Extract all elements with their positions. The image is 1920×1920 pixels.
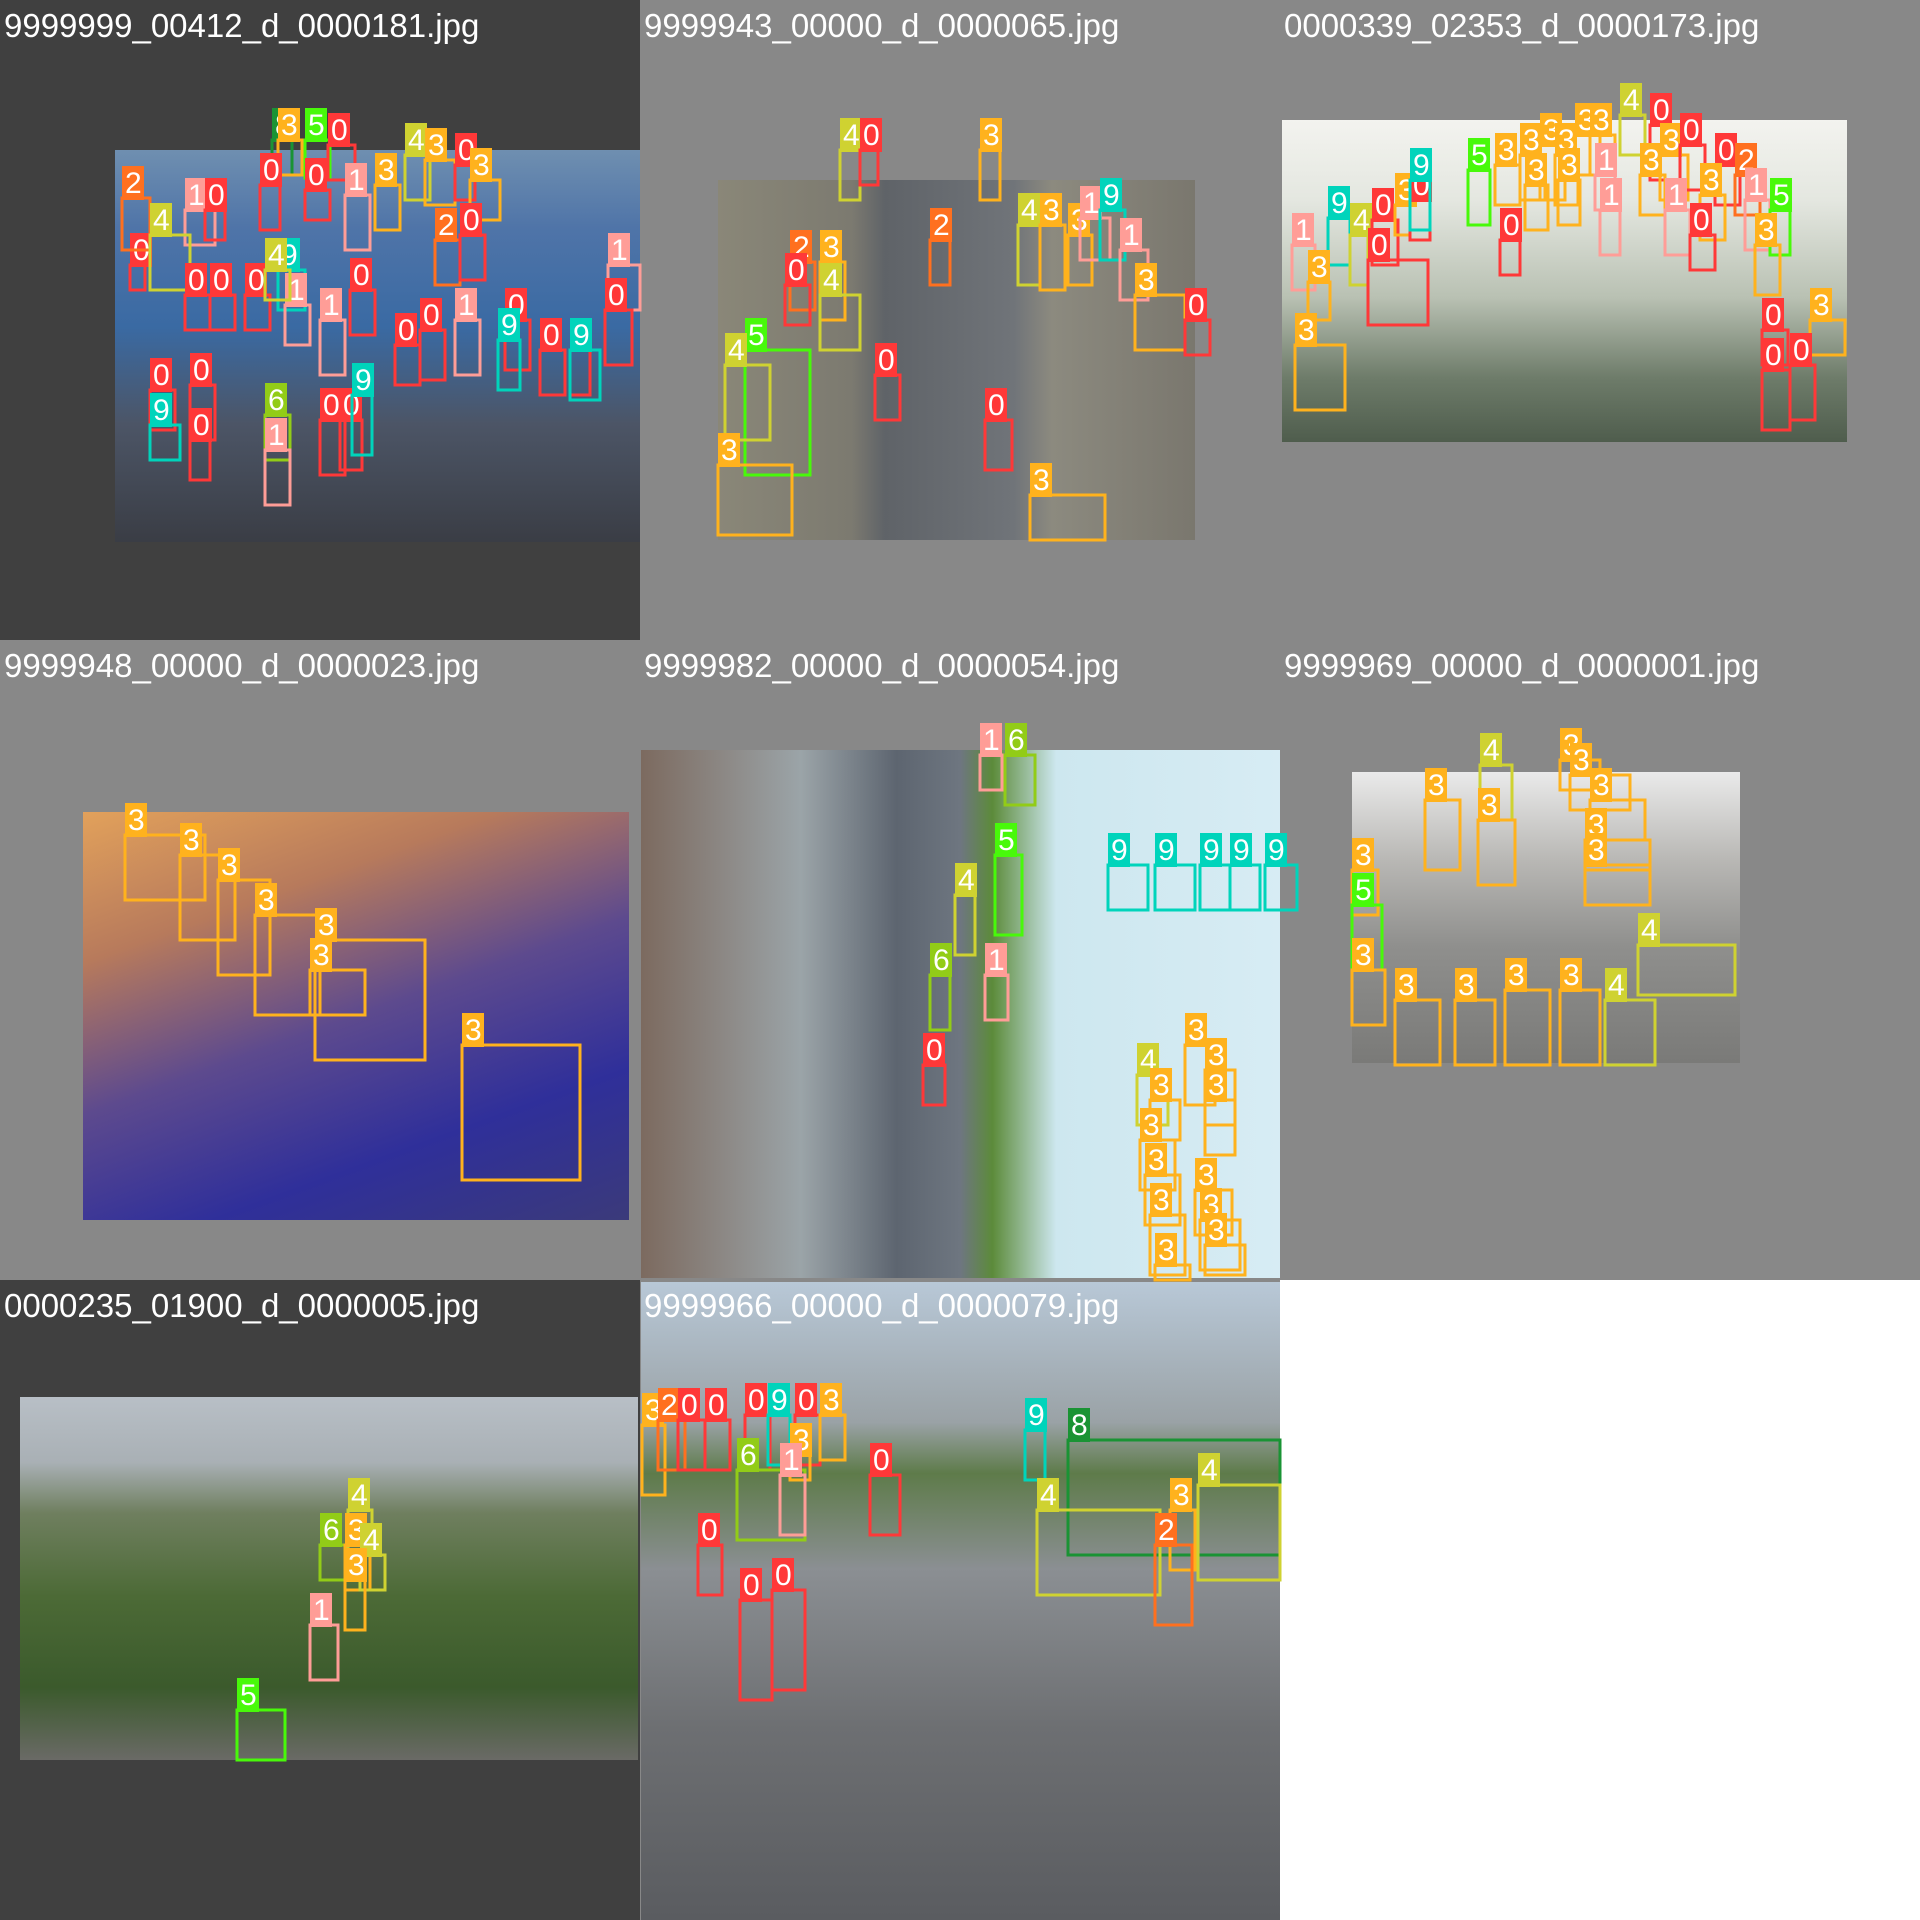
tile-filename: 9999969_00000_d_0000001.jpg (1284, 647, 1760, 684)
tile-filename: 9999966_00000_d_0000079.jpg (644, 1287, 1120, 1324)
tile-filename: 9999943_00000_d_0000065.jpg (644, 7, 1120, 44)
photo-village (20, 1397, 638, 1760)
photo-road (718, 180, 1195, 540)
photo-hazy (1282, 120, 1847, 442)
mosaic-tile: 9999943_00000_d_0000065.jpg (640, 0, 1280, 640)
mosaic-tile: 0000339_02353_d_0000173.jpg (1280, 0, 1920, 640)
mosaic-tile: 9999982_00000_d_0000054.jpg (640, 640, 1280, 1280)
photo-parking (1352, 772, 1740, 1063)
mosaic-tile: 9999948_00000_d_0000023.jpg (0, 640, 640, 1280)
tile-filename: 0000235_01900_d_0000005.jpg (4, 1287, 480, 1324)
photo-aerial (641, 750, 1280, 1278)
image-mosaic: 9999999_00412_d_0000181.jpg 9999943_00000… (0, 0, 1920, 1920)
photo-street (641, 1282, 1280, 1920)
mosaic-tile: 9999999_00412_d_0000181.jpg (0, 0, 640, 640)
mosaic-tile: 9999966_00000_d_0000079.jpg (640, 1280, 1280, 1920)
photo-market (115, 150, 640, 542)
tile-filename: 0000339_02353_d_0000173.jpg (1284, 7, 1760, 44)
mosaic-tile: 0000235_01900_d_0000005.jpg (0, 1280, 640, 1920)
tile-filename: 9999948_00000_d_0000023.jpg (4, 647, 480, 684)
photo-night (83, 812, 629, 1220)
mosaic-tile: 9999969_00000_d_0000001.jpg (1280, 640, 1920, 1280)
tile-filename: 9999999_00412_d_0000181.jpg (4, 7, 480, 44)
tile-filename: 9999982_00000_d_0000054.jpg (644, 647, 1120, 684)
